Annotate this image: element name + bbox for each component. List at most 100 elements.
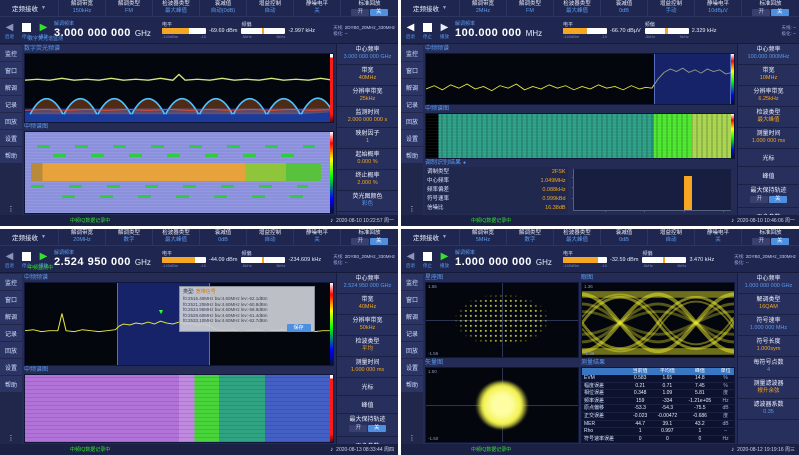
sidebar-item[interactable]: 监控 <box>401 274 423 290</box>
if-waterfall-display[interactable] <box>425 113 735 159</box>
sidebar-item[interactable]: 设置 <box>401 359 423 375</box>
maxhold-off-button[interactable]: 关 <box>368 425 386 432</box>
sidebar-item[interactable]: 监控 <box>0 45 22 61</box>
replay-off-button[interactable]: 关 <box>771 9 789 16</box>
param-item[interactable]: 起始概率 0.000 % <box>337 149 398 170</box>
speaker-icon[interactable]: ♪ <box>330 218 333 224</box>
play-button[interactable]: ▶播放 <box>438 22 451 39</box>
rewind-button[interactable]: ◀后退 <box>404 251 417 268</box>
param-item[interactable]: 中心频率 2.524 950 000 GHz <box>337 273 398 294</box>
header-param[interactable]: 解调带宽 5MHz <box>459 229 506 245</box>
signal-info-popup[interactable]: 类型: 宽带信号 f0:2516.40MHz bw:4.60MHz lev:-6… <box>179 286 315 332</box>
play-button[interactable]: ▶播放 <box>438 251 451 268</box>
measurement-results[interactable]: 当前值平均值峰值单位 EVM 0.583 1.65 14.8 <box>581 367 735 443</box>
sidebar-more-icon[interactable]: ⋮ <box>0 434 22 442</box>
if-waterfall-display[interactable] <box>24 131 334 214</box>
sidebar-item[interactable]: 解调 <box>0 79 22 95</box>
rewind-button[interactable]: ◀后退 <box>3 22 16 39</box>
sidebar-item[interactable]: 记录 <box>401 96 423 112</box>
header-param[interactable]: 解调带宽 2MHz <box>459 0 506 16</box>
header-param[interactable]: 检波器类型 最大峰值 <box>553 229 600 245</box>
sidebar-item[interactable]: 记录 <box>0 96 22 112</box>
sidebar-item[interactable]: 监控 <box>401 45 423 61</box>
header-param[interactable]: 解调带宽 150kHz <box>58 0 105 16</box>
receive-mode-dropdown[interactable]: 定频接收 ▼ <box>401 229 459 245</box>
sidebar-more-icon[interactable]: ⋮ <box>401 205 423 213</box>
header-param[interactable]: 静噪电平 关 <box>694 229 741 245</box>
param-item[interactable]: 测量滤波器 根升余弦 <box>738 378 799 399</box>
param-item[interactable]: 带宽 40MHz <box>337 294 398 315</box>
header-param[interactable]: 静噪电平 关 <box>293 0 340 16</box>
if-spectrum-display[interactable]: ▼ 类型: 宽带信号 f0:2516.40MHz bw:4.60MHz lev:… <box>24 282 334 366</box>
replay-on-button[interactable]: 开 <box>752 9 770 16</box>
standard-replay-toggle[interactable]: 标准回放 开 关 <box>741 0 799 16</box>
sidebar-item[interactable]: 设置 <box>401 130 423 146</box>
header-param[interactable]: 解调带宽 20MHz <box>58 229 105 245</box>
cursor-button[interactable]: 光标 <box>337 378 398 396</box>
param-item[interactable]: 测量时间 1.000 000 ms <box>738 128 799 149</box>
peak-button[interactable]: 峰值 <box>337 396 398 414</box>
speaker-icon[interactable]: ♪ <box>330 447 333 453</box>
header-param[interactable]: 增益控制 自动 <box>246 0 293 16</box>
cursor-button[interactable]: 光标 <box>738 149 799 167</box>
header-param[interactable]: 衰减值 0dB <box>199 229 246 245</box>
header-param[interactable]: 静噪电平 关 <box>293 229 340 245</box>
replay-off-button[interactable]: 关 <box>771 238 789 245</box>
standard-replay-toggle[interactable]: 标准回放 开 关 <box>340 229 398 245</box>
param-item[interactable]: 中心频率 1.000 000 000 GHz <box>738 273 799 294</box>
replay-off-button[interactable]: 关 <box>370 238 388 245</box>
header-param[interactable]: 解调类型 数字 <box>105 229 152 245</box>
speaker-icon[interactable]: ♪ <box>731 447 734 453</box>
sidebar-item[interactable]: 设置 <box>0 130 22 146</box>
header-param[interactable]: 检波器类型 最大峰值 <box>152 0 199 16</box>
max-hold-toggle[interactable]: 最大保持轨迹 开 关 <box>337 414 398 437</box>
info-dot-icon[interactable]: ● <box>463 159 466 167</box>
maxhold-on-button[interactable]: 开 <box>349 425 367 432</box>
sidebar-item[interactable]: 解调 <box>401 79 423 95</box>
selection-band[interactable] <box>654 54 731 104</box>
sidebar-item[interactable]: 监控 <box>0 274 22 290</box>
param-item[interactable]: 带宽 40MHz <box>337 65 398 86</box>
sidebar-item[interactable]: 回放 <box>401 113 423 129</box>
param-item[interactable]: 映射因子 1 <box>337 128 398 149</box>
sidebar-item[interactable]: 解调 <box>401 308 423 324</box>
stop-button[interactable]: 停止 <box>421 251 434 268</box>
demod-frequency[interactable]: 解调频率 3.000 000 000GHz <box>54 21 158 39</box>
save-button[interactable]: 保存 <box>287 324 311 332</box>
if-waterfall-display[interactable] <box>24 374 334 443</box>
standard-replay-toggle[interactable]: 标准回放 开 关 <box>741 229 799 245</box>
sidebar-item[interactable]: 回放 <box>0 342 22 358</box>
header-param[interactable]: 检波器类型 最大峰值 <box>152 229 199 245</box>
header-param[interactable]: 增益控制 自动 <box>246 229 293 245</box>
persistence-spectrum-display[interactable] <box>24 53 334 123</box>
param-item[interactable]: 分辨率带宽 25kHz <box>337 86 398 107</box>
speaker-icon[interactable]: ♪ <box>731 218 734 224</box>
param-item[interactable]: 荧光图颜色 彩色 <box>337 191 398 212</box>
sidebar-more-icon[interactable]: ⋮ <box>0 205 22 213</box>
param-item[interactable]: 分辨率带宽 50kHz <box>337 315 398 336</box>
if-spectrum-display[interactable] <box>425 53 735 105</box>
vector-diagram-display[interactable]: 1.50 -1.50 <box>425 367 579 443</box>
header-param[interactable]: 解调类型 数字 <box>506 229 553 245</box>
header-param[interactable]: 衰减值 自动(0dB) <box>199 0 246 16</box>
stop-button[interactable]: 停止 <box>421 22 434 39</box>
more-params-button[interactable]: 更多参数 <box>337 437 398 444</box>
header-param[interactable]: 静噪电平 10dBμV <box>694 0 741 16</box>
sidebar-item[interactable]: 解调 <box>0 308 22 324</box>
param-item[interactable]: 中心频率 100.000 000MHz <box>738 44 799 65</box>
sidebar-item[interactable]: 帮助 <box>401 147 423 163</box>
param-item[interactable]: 带宽 10MHz <box>738 65 799 86</box>
sidebar-item[interactable]: 回放 <box>401 342 423 358</box>
param-item[interactable]: 分辨率带宽 6.25kHz <box>738 86 799 107</box>
receive-mode-dropdown[interactable]: 定频接收 ▼ <box>0 229 58 245</box>
replay-on-button[interactable]: 开 <box>752 238 770 245</box>
demod-frequency[interactable]: 解调频率 100.000 000MHz <box>455 21 559 39</box>
maxhold-off-button[interactable]: 关 <box>769 196 787 203</box>
param-item[interactable]: 检波类型 最大峰值 <box>738 107 799 128</box>
rewind-button[interactable]: ◀后退 <box>404 22 417 39</box>
constellation-display[interactable]: 1.56 -1.56 <box>425 282 579 358</box>
peak-marker-icon[interactable]: ▼ <box>157 309 164 316</box>
replay-on-button[interactable]: 开 <box>351 238 369 245</box>
header-param[interactable]: 解调类型 FM <box>506 0 553 16</box>
eye-diagram-display[interactable]: 1.36 -1.36 <box>581 282 735 358</box>
